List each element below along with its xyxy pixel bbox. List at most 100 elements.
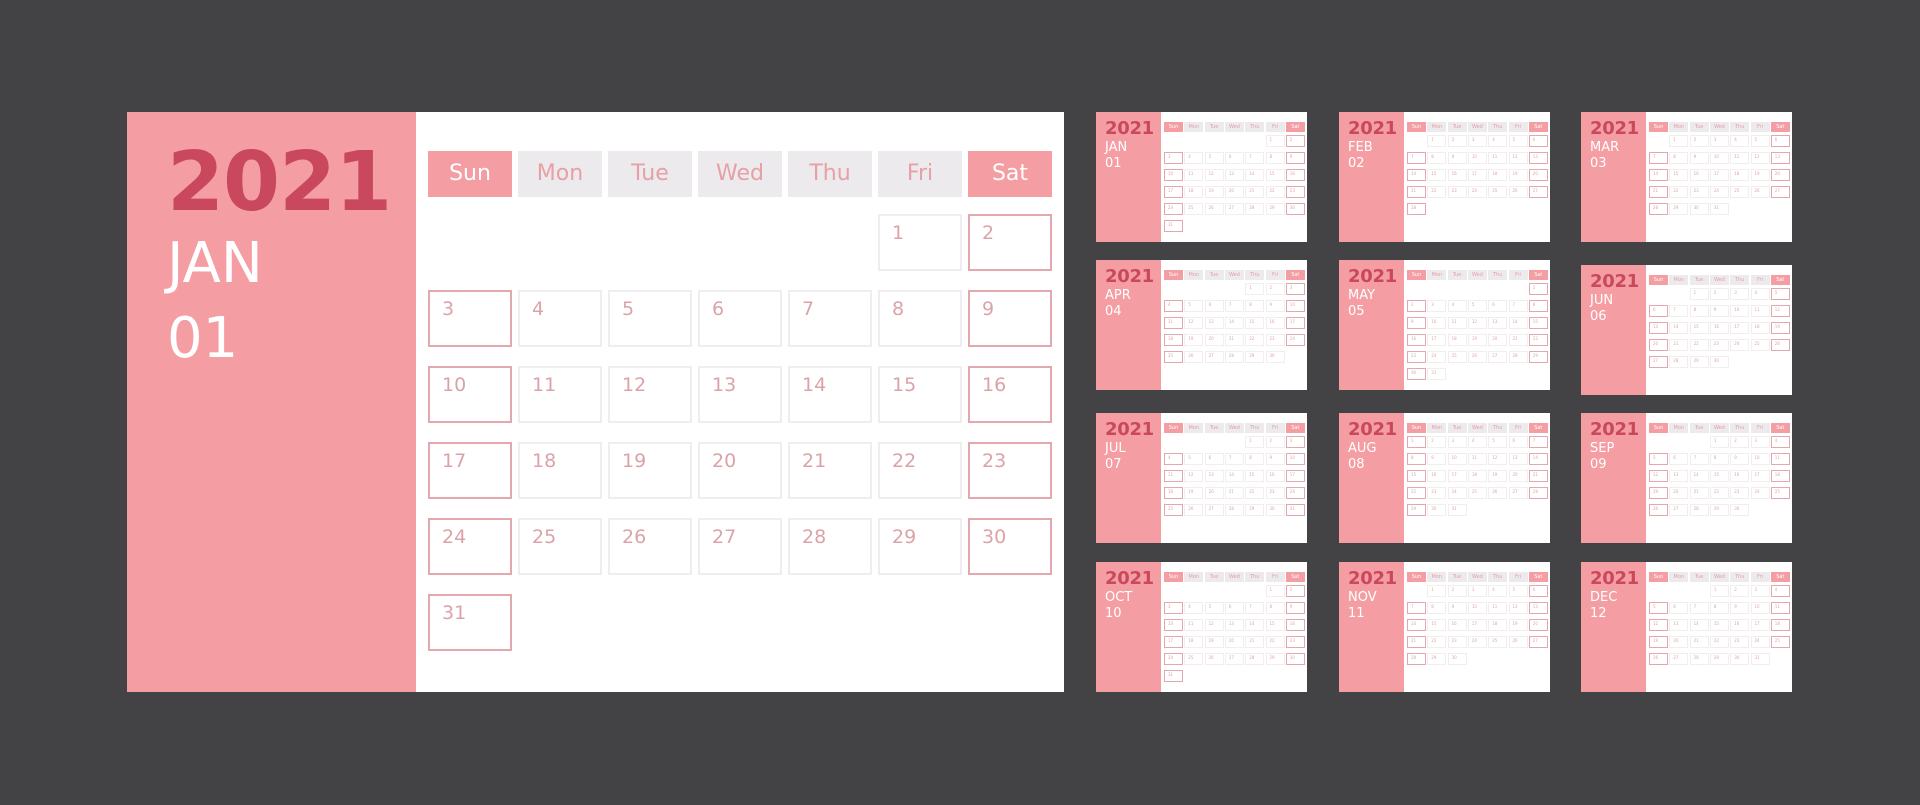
mini-day-cell[interactable]: 6	[1649, 305, 1668, 317]
mini-day-cell[interactable]: 25	[1488, 636, 1508, 648]
mini-day-cell[interactable]: 18	[1164, 487, 1183, 499]
mini-day-cell[interactable]: 10	[1164, 619, 1183, 631]
mini-day-cell[interactable]: 3	[1447, 436, 1467, 448]
mini-day-cell[interactable]: 12	[1467, 317, 1487, 329]
mini-day-cell[interactable]: 8	[1245, 300, 1265, 312]
mini-day-cell[interactable]: 8	[1265, 602, 1285, 614]
mini-day-cell[interactable]: 12	[1204, 619, 1224, 631]
mini-day-cell[interactable]: 31	[1447, 504, 1467, 516]
mini-day-cell[interactable]: 23	[1285, 636, 1305, 648]
mini-day-cell[interactable]: 25	[1770, 487, 1790, 499]
mini-day-cell[interactable]: 28	[1245, 203, 1265, 215]
mini-day-cell[interactable]: 20	[1649, 339, 1668, 351]
mini-day-cell[interactable]: 19	[1770, 322, 1790, 334]
mini-day-cell[interactable]: 2	[1730, 436, 1750, 448]
mini-day-cell[interactable]: 26	[1184, 351, 1204, 363]
mini-day-cell[interactable]: 28	[1528, 487, 1548, 499]
day-cell[interactable]: 20	[698, 442, 782, 499]
mini-day-cell[interactable]: 28	[1407, 653, 1426, 665]
mini-day-cell[interactable]: 29	[1709, 504, 1729, 516]
mini-day-cell[interactable]: 14	[1649, 169, 1668, 181]
mini-calendar-apr[interactable]: 2021 APR 04 Sun Mon Tue Wed Thu Fri Sat 1 2 3 4 5 6 7 8 9 1…	[1096, 260, 1307, 390]
mini-day-cell[interactable]: 7	[1407, 152, 1426, 164]
day-cell[interactable]: 21	[788, 442, 872, 499]
mini-day-cell[interactable]: 25	[1184, 653, 1204, 665]
mini-day-cell[interactable]: 10	[1730, 305, 1750, 317]
mini-day-cell[interactable]: 25	[1750, 339, 1770, 351]
mini-day-cell[interactable]: 13	[1204, 317, 1224, 329]
mini-calendar-jun[interactable]: 2021 JUN 06 Sun Mon Tue Wed Thu Fri Sat 1 2 3 4 5 6 7 8 9 1…	[1581, 265, 1792, 395]
mini-day-cell[interactable]: 20	[1224, 186, 1244, 198]
mini-day-cell[interactable]: 26	[1649, 504, 1668, 516]
mini-day-cell[interactable]: 17	[1750, 470, 1770, 482]
mini-day-cell[interactable]: 11	[1750, 305, 1770, 317]
mini-day-cell[interactable]: 7	[1407, 602, 1426, 614]
mini-day-cell[interactable]: 12	[1204, 169, 1224, 181]
mini-day-cell[interactable]: 5	[1508, 585, 1528, 597]
day-cell[interactable]: 17	[428, 442, 512, 499]
mini-day-cell[interactable]: 29	[1265, 653, 1285, 665]
mini-day-cell[interactable]: 17	[1467, 619, 1487, 631]
mini-day-cell[interactable]: 21	[1224, 334, 1244, 346]
mini-day-cell[interactable]: 24	[1467, 186, 1487, 198]
mini-day-cell[interactable]: 6	[1669, 602, 1689, 614]
mini-day-cell[interactable]: 2	[1285, 585, 1305, 597]
mini-day-cell[interactable]: 22	[1689, 339, 1709, 351]
mini-day-cell[interactable]: 22	[1265, 636, 1285, 648]
mini-day-cell[interactable]: 11	[1467, 453, 1487, 465]
mini-day-cell[interactable]: 3	[1467, 585, 1487, 597]
mini-day-cell[interactable]: 13	[1508, 453, 1528, 465]
mini-day-cell[interactable]: 4	[1184, 602, 1204, 614]
mini-day-cell[interactable]: 14	[1689, 619, 1709, 631]
mini-day-cell[interactable]: 18	[1488, 619, 1508, 631]
mini-day-cell[interactable]: 22	[1265, 186, 1285, 198]
mini-day-cell[interactable]: 1	[1245, 283, 1265, 295]
mini-day-cell[interactable]: 3	[1750, 436, 1770, 448]
mini-day-cell[interactable]: 16	[1285, 169, 1305, 181]
mini-day-cell[interactable]: 19	[1467, 334, 1487, 346]
day-cell[interactable]: 29	[878, 518, 962, 575]
mini-day-cell[interactable]: 7	[1245, 152, 1265, 164]
mini-day-cell[interactable]: 2	[1285, 135, 1305, 147]
mini-day-cell[interactable]: 1	[1427, 135, 1447, 147]
mini-day-cell[interactable]: 8	[1265, 152, 1285, 164]
mini-day-cell[interactable]: 2	[1730, 585, 1750, 597]
mini-calendar-oct[interactable]: 2021 OCT 10 Sun Mon Tue Wed Thu Fri Sat 1 2 3 4 5 6 7 8 9 1…	[1096, 562, 1307, 692]
mini-day-cell[interactable]: 21	[1407, 186, 1426, 198]
mini-day-cell[interactable]: 1	[1528, 283, 1548, 295]
mini-day-cell[interactable]: 13	[1224, 169, 1244, 181]
mini-day-cell[interactable]: 29	[1528, 351, 1548, 363]
mini-day-cell[interactable]: 15	[1709, 470, 1729, 482]
mini-day-cell[interactable]: 30	[1407, 368, 1426, 380]
day-cell[interactable]: 23	[968, 442, 1052, 499]
mini-day-cell[interactable]: 28	[1224, 504, 1244, 516]
mini-day-cell[interactable]: 14	[1407, 619, 1426, 631]
mini-day-cell[interactable]: 28	[1245, 653, 1265, 665]
mini-day-cell[interactable]: 12	[1649, 619, 1668, 631]
mini-day-cell[interactable]: 19	[1649, 636, 1668, 648]
mini-day-cell[interactable]: 13	[1669, 470, 1689, 482]
mini-day-cell[interactable]: 4	[1730, 135, 1750, 147]
mini-day-cell[interactable]: 4	[1184, 152, 1204, 164]
mini-day-cell[interactable]: 30	[1285, 203, 1305, 215]
mini-day-cell[interactable]: 8	[1427, 152, 1447, 164]
mini-day-cell[interactable]: 15	[1528, 317, 1548, 329]
mini-day-cell[interactable]: 13	[1224, 619, 1244, 631]
mini-day-cell[interactable]: 30	[1689, 203, 1709, 215]
mini-day-cell[interactable]: 9	[1265, 453, 1285, 465]
mini-day-cell[interactable]: 4	[1488, 585, 1508, 597]
mini-day-cell[interactable]: 27	[1488, 351, 1508, 363]
mini-day-cell[interactable]: 5	[1184, 453, 1204, 465]
day-cell[interactable]: 8	[878, 290, 962, 347]
mini-day-cell[interactable]: 22	[1427, 186, 1447, 198]
mini-day-cell[interactable]: 6	[1528, 585, 1548, 597]
mini-day-cell[interactable]: 30	[1447, 653, 1467, 665]
mini-day-cell[interactable]: 6	[1508, 436, 1528, 448]
mini-day-cell[interactable]: 21	[1528, 470, 1548, 482]
mini-day-cell[interactable]: 26	[1184, 504, 1204, 516]
mini-calendar-jan[interactable]: 2021 JAN 01 Sun Mon Tue Wed Thu Fri Sat 1 2 3 4 5 6 7 8 9 1…	[1096, 112, 1307, 242]
mini-day-cell[interactable]: 7	[1528, 436, 1548, 448]
mini-day-cell[interactable]: 1	[1265, 135, 1285, 147]
mini-day-cell[interactable]: 9	[1427, 453, 1447, 465]
mini-day-cell[interactable]: 8	[1245, 453, 1265, 465]
